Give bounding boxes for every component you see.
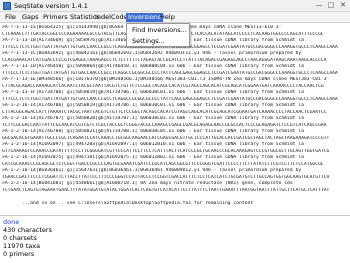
sequence-line: ...and so on .. see C:\Users\Softpedia\D… (2, 200, 254, 206)
sequence-line: CCACGAAACATCATCGACCCCCGTCGAGGCTAAAGAGCCT… (2, 57, 327, 63)
sequence-line: TCTTCGCGACCAATTATTCGCAACATCGTCGTCTCGCTAC… (2, 122, 327, 128)
menu-primers[interactable]: Primers (41, 13, 70, 22)
sequence-line: CTTACGCAGACCAAAAGCATCACAATCTACGCTAATTACG… (2, 83, 324, 89)
sequence-line: >A-1-2-16-14|AI746708| gi|5058821|gb|AI7… (2, 129, 304, 134)
sequence-line: GTTCAAAAGTCCAAACCGATATTTTTCCTTCGGGGATCGT… (2, 148, 330, 154)
sequence-line: >A-1-2-16-14|AI692075| gi|4947181|gb|AI6… (2, 155, 304, 160)
sequence-line: >A-?-1-13-1D|AI746450| gi|5098064|gb|AI7… (2, 64, 304, 69)
close-button[interactable]: ✕ (338, 1, 348, 10)
status-done: done (3, 218, 20, 226)
minimize-button[interactable]: — (314, 1, 324, 10)
sequence-line: >A-1-2-16-14|AI692097| gi|4947203|gb|AI6… (2, 142, 304, 147)
sequence-line: >A-1-2-16-14|BG841681| gi|4548661|gb|AI6… (2, 181, 293, 186)
menu-help[interactable]: Help (158, 13, 177, 22)
settings-menu-item[interactable]: Settings... (127, 36, 189, 46)
status-primers: 0 primers (3, 250, 35, 258)
sequence-text-area[interactable]: >A-?-1-13-1S|BGS64325| gi|14143940|gb|BG… (0, 23, 350, 216)
inversions-dropdown-menu: Find Inversions... Settings... (126, 23, 190, 47)
window-title: SeqState version 1.4.1 (14, 2, 88, 10)
title-bar: SeqState version 1.4.1 — □ ✕ (0, 0, 350, 12)
sequence-line: >A-?-1-13-1E|BM348566| gi|18176370|gb|BM… (2, 77, 330, 82)
sequence-line: CATCGCAAACCCGCAGCGCTCTCGGTTGACCCGCCCCAGT… (2, 161, 324, 167)
maximize-button[interactable]: □ (326, 1, 336, 10)
menu-bar: File Gaps Primers Statistics IndelCoder … (0, 12, 350, 23)
sequence-line (2, 194, 348, 200)
sequence-line: CTTACGGCAGACCATTTAAAATCTACGCTAATTACGTCTG… (2, 109, 327, 115)
sequence-line: >A-1-2-16-14|AI746707| gi|5058820|gb|AI7… (2, 116, 304, 121)
sequence-line: >A-1-2-16-14|BG836461| gi|15647631|gb|BG… (2, 168, 302, 173)
sequence-line: TTTCCCTCTCTGGTTGATTATGATTGTGACCAACCCGCCT… (2, 70, 338, 76)
sequence-line: TCTGAACTCAGTGTAGAAATGAACTTTATATGGATGTATA… (2, 187, 330, 193)
menu-gaps[interactable]: Gaps (20, 13, 41, 22)
status-panel: done 430 characters 0 charsets 11970 tax… (0, 217, 350, 263)
sequence-line: TGAACCGACTTCCCTCGGATTCTTACCTTATTCCTTTCCC… (2, 174, 330, 180)
sequence-line: >A-?-1-13-1F|AI734706| gi|5058819|gb|AI7… (2, 90, 304, 95)
sequence-line: >A-1-2-16-14|AI746706| gi|5058819|gb|AI7… (2, 103, 304, 108)
find-inversions-menu-item[interactable]: Find Inversions... (127, 25, 189, 35)
menu-file[interactable]: File (3, 13, 18, 22)
app-icon (3, 2, 11, 10)
status-characters: 430 characters (3, 226, 52, 234)
sequence-line: >A-?-1-13-1C|BG842692| gi|46042161|gb|BG… (2, 51, 302, 56)
status-charsets: 0 charsets (3, 234, 37, 242)
sequence-line: GGCGACACGTGAAATTGCCCCGCTCAGAATCCATCAAACC… (2, 135, 330, 141)
sequence-line: TTTCCCTCTCTGGTTGATTATGATTGTGACCAACCCGCCT… (2, 96, 338, 102)
status-taxa: 11970 taxa (3, 242, 41, 250)
